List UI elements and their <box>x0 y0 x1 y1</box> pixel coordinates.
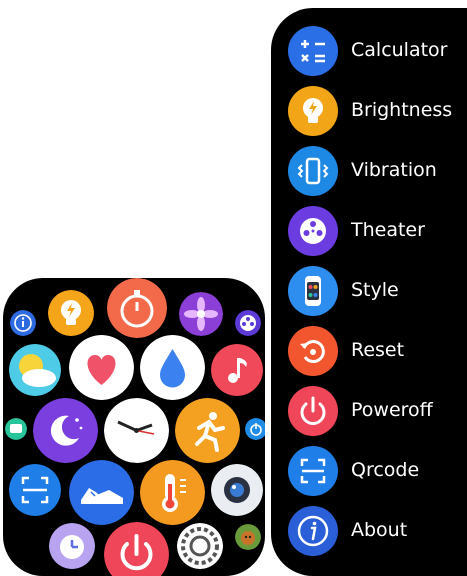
water-drop-icon[interactable] <box>140 335 205 400</box>
menu-item-qrcode[interactable]: Qrcode <box>271 443 467 499</box>
menu-item-reset[interactable]: Reset <box>271 323 467 379</box>
menu-label-vibration: Vibration <box>351 159 437 181</box>
style-icon <box>288 266 338 316</box>
menu-label-qrcode: Qrcode <box>351 459 420 481</box>
settings-icon[interactable] <box>177 523 223 569</box>
theater-icon <box>288 206 338 256</box>
workout-icon[interactable] <box>175 398 240 463</box>
qrcode-icon <box>288 446 338 496</box>
menu-label-calculator: Calculator <box>351 39 448 61</box>
brightness-icon <box>288 86 338 136</box>
message-icon[interactable] <box>5 418 27 440</box>
temperature-icon[interactable] <box>140 460 205 525</box>
watch-app-grid <box>3 278 265 576</box>
menu-item-poweroff[interactable]: Poweroff <box>271 383 467 439</box>
menu-label-about: About <box>351 519 408 541</box>
camera-icon[interactable] <box>211 464 263 516</box>
reset-icon <box>288 326 338 376</box>
brightness-icon[interactable] <box>48 290 94 336</box>
qrcode-icon[interactable] <box>9 464 61 516</box>
menu-item-about[interactable]: About <box>271 503 467 559</box>
menu-label-brightness: Brightness <box>351 99 453 121</box>
poweroff-icon[interactable] <box>104 522 169 576</box>
menu-label-reset: Reset <box>351 339 405 361</box>
poweroff-icon <box>288 386 338 436</box>
vibration-icon <box>288 146 338 196</box>
settings-menu-list: Calculator Brightness Vibration Theater … <box>271 8 467 576</box>
sleep-icon[interactable] <box>33 398 98 463</box>
menu-item-brightness[interactable]: Brightness <box>271 83 467 139</box>
menu-item-vibration[interactable]: Vibration <box>271 143 467 199</box>
menu-label-theater: Theater <box>351 219 425 241</box>
menu-item-theater[interactable]: Theater <box>271 203 467 259</box>
game-icon[interactable] <box>235 524 261 550</box>
weather-icon[interactable] <box>9 344 61 396</box>
about-icon <box>288 506 338 556</box>
clock-icon[interactable] <box>104 398 169 463</box>
menu-item-style[interactable]: Style <box>271 263 467 319</box>
about-icon[interactable] <box>10 310 36 336</box>
menu-label-poweroff: Poweroff <box>351 399 433 421</box>
music-icon[interactable] <box>211 344 263 396</box>
flower-icon[interactable] <box>179 292 223 336</box>
menu-item-calculator[interactable]: Calculator <box>271 23 467 79</box>
heart-rate-icon[interactable] <box>69 335 134 400</box>
theater-icon[interactable] <box>235 310 261 336</box>
shoe-steps-icon[interactable] <box>69 460 134 525</box>
power-saving-icon[interactable] <box>245 418 265 440</box>
menu-label-style: Style <box>351 279 399 301</box>
calculator-icon <box>288 26 338 76</box>
stopwatch-icon[interactable] <box>107 278 167 338</box>
alarm-icon[interactable] <box>49 523 95 569</box>
